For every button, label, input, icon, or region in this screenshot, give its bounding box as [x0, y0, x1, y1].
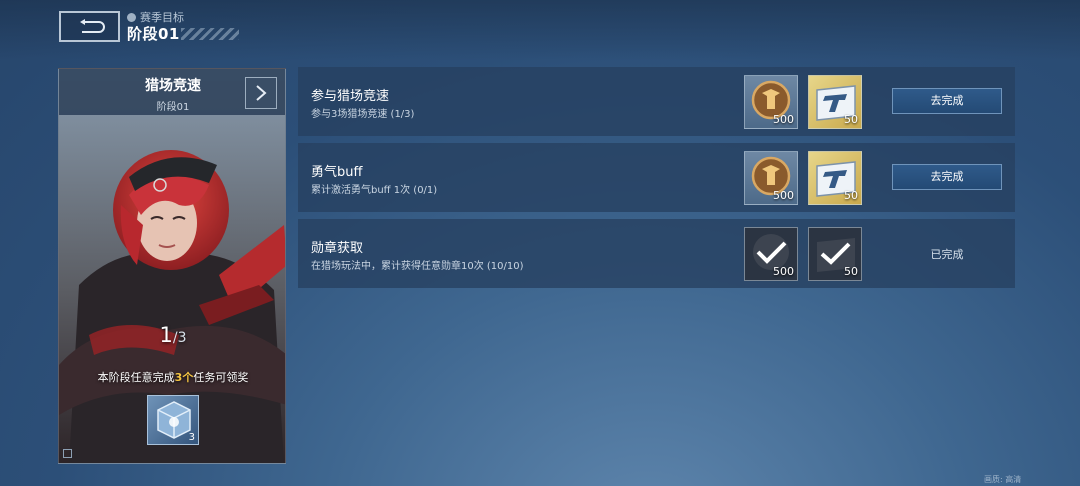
reward-quantity: 50: [844, 113, 858, 126]
reward-item-claimed: 500: [744, 227, 798, 281]
reward-rule: 本阶段任意完成3个任务可领奖: [59, 369, 285, 385]
reward-quantity: 50: [844, 189, 858, 202]
quality-indicator: 画质: 高清: [984, 475, 1022, 484]
reward-quantity: 500: [773, 113, 794, 126]
reward-quantity: 500: [773, 265, 794, 278]
mission-title: 勋章获取: [311, 241, 364, 256]
mission-title: 勇气buff: [311, 165, 363, 180]
progress-current: 1: [159, 323, 173, 347]
mission-description: 参与3场猎场竞速 (1/3): [311, 109, 415, 120]
chevron-right-icon: [256, 85, 267, 101]
page-title: 阶段01: [127, 25, 180, 43]
rule-suffix: 任务可领奖: [193, 371, 249, 384]
progress-total: 3: [177, 330, 187, 346]
reward-item[interactable]: 50: [808, 75, 862, 129]
rule-highlight: 3个: [174, 371, 194, 384]
completed-label: 已完成: [930, 248, 964, 261]
crate-count: 3: [188, 432, 195, 443]
mission-description: 在猎场玩法中，累计获得任意勋章10次 (10/10): [311, 261, 524, 272]
mission-row: 参与猎场竞速 参与3场猎场竞速 (1/3) 500 50 去完成: [298, 67, 1015, 136]
back-arrow-icon: [79, 18, 105, 33]
reward-item[interactable]: 50: [808, 151, 862, 205]
stage-progress: 1/3: [59, 323, 285, 347]
mission-row: 勋章获取 在猎场玩法中，累计获得任意勋章10次 (10/10) 500 50 已…: [298, 219, 1015, 288]
rule-prefix: 本阶段任意完成: [97, 371, 175, 384]
back-button[interactable]: [59, 11, 120, 42]
mission-description: 累计激活勇气buff 1次 (0/1): [311, 185, 438, 196]
reward-quantity: 500: [773, 189, 794, 202]
next-mode-button[interactable]: [245, 77, 277, 109]
reward-item-claimed: 50: [808, 227, 862, 281]
copyright-logo-icon: [63, 449, 72, 458]
reward-quantity: 50: [844, 265, 858, 278]
go-complete-button[interactable]: 去完成: [892, 164, 1002, 190]
mission-row: 勇气buff 累计激活勇气buff 1次 (0/1) 500 50 去完成: [298, 143, 1015, 212]
mission-title: 参与猎场竞速: [311, 89, 390, 104]
title-decoration: [181, 28, 239, 40]
stage-reward-crate[interactable]: 3: [147, 395, 199, 445]
go-complete-button[interactable]: 去完成: [892, 88, 1002, 114]
mode-card[interactable]: 猎场竞速 阶段01 1/3 本阶段任意完成3个任务可领奖 3: [58, 68, 286, 464]
reward-item[interactable]: 500: [744, 75, 798, 129]
breadcrumb-dot-icon: [127, 12, 136, 22]
reward-item[interactable]: 500: [744, 151, 798, 205]
